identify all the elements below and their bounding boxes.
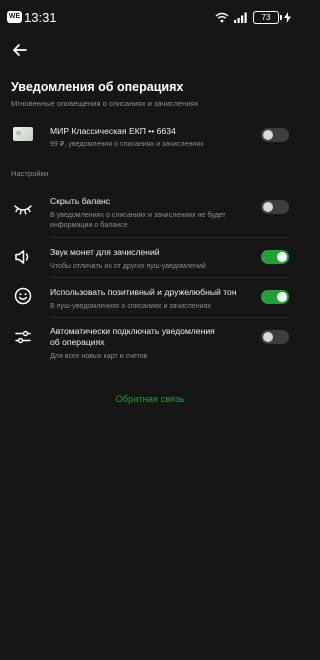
battery-icon: 73 [253,10,282,24]
divider [50,237,289,238]
carrier-badge: WE [7,11,22,23]
setting-subtitle-line: Для всех новых карт и счетов [50,352,148,360]
page-title: Уведомления об операциях [11,80,184,94]
closed-eye-icon [14,205,32,215]
divider [50,317,289,318]
setting-title: Использовать позитивный и дружелюбный то… [50,287,237,297]
hide-balance-toggle[interactable] [261,200,289,214]
page-subtitle: Мгновенные оповещения о списаниях и зачи… [11,99,199,108]
setting-title: Звук монет для зачислений [50,247,160,257]
divider [50,277,289,278]
speaker-icon [15,250,29,264]
signal-icon [234,12,247,23]
sliders-icon [15,330,31,344]
auto-connect-toggle[interactable] [261,330,289,344]
toggle-knob [277,292,287,302]
toggle-knob [263,202,273,212]
card-subtitle: 99 ₽, уведомления о списаниях и зачислен… [50,140,204,148]
wifi-icon [215,12,229,22]
card-title: МИР Классическая ЕКП •• 6634 [50,126,176,136]
toggle-knob [263,130,273,140]
status-bar: WE 13:31 73 [0,0,300,34]
card-icon [13,127,33,141]
setting-title: Скрыть баланс [50,196,111,206]
back-arrow-icon[interactable] [10,40,30,60]
section-label-settings: Настройки [11,169,49,178]
status-icons: 73 [215,9,291,25]
setting-subtitle-line: В уведомлениях о списаниях и зачислениях… [50,211,226,219]
setting-title-line: Автоматически подключать уведомления [50,326,215,336]
setting-subtitle-line: Чтобы отличать их от других пуш-уведомле… [50,262,206,270]
positive-tone-toggle[interactable] [261,290,289,304]
card-chip [16,131,21,135]
setting-subtitle-line: информации о балансе [50,221,128,229]
setting-subtitle-line: В пуш-уведомлениях о списаниях и зачисле… [50,302,211,310]
feedback-link[interactable]: Обратная связь [0,393,300,404]
clock: 13:31 [24,10,57,25]
toggle-knob [277,252,287,262]
setting-title-line: об операциях [50,337,105,347]
charging-icon [284,11,291,23]
toggle-knob [263,332,273,342]
smiley-icon [14,287,32,305]
card-notifications-toggle[interactable] [261,128,289,142]
coin-sound-toggle[interactable] [261,250,289,264]
